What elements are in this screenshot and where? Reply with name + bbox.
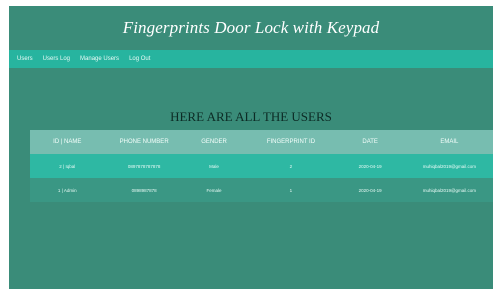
nav-link-users-log[interactable]: Users Log <box>43 56 70 62</box>
table-row[interactable]: 1 | Admin 0898987878 Female 1 2020-04-19… <box>30 178 493 202</box>
cell-phone: 0898987878 <box>131 187 157 193</box>
cell-gender: Female <box>206 187 222 193</box>
nav-link-log-out[interactable]: Log Out <box>129 56 150 62</box>
column-header-id-name: ID | NAME <box>53 139 82 145</box>
table-row[interactable]: 2 | Iqbal 0897878787878 Male 2 2020-04-1… <box>30 154 493 178</box>
nav-link-manage-users[interactable]: Manage Users <box>80 56 119 62</box>
users-table: ID | NAME PHONE NUMBER GENDER FINGERPRIN… <box>30 130 493 202</box>
cell-fingerprint-id: 2 <box>289 163 293 169</box>
column-header-email: EMAIL <box>440 139 459 145</box>
column-header-gender: GENDER <box>201 139 227 145</box>
column-header-phone: PHONE NUMBER <box>119 139 169 145</box>
column-header-date: DATE <box>362 139 378 145</box>
cell-email: muhiqbal2019@gmail.com <box>422 187 477 193</box>
cell-gender: Male <box>209 163 219 169</box>
app-window: Fingerprints Door Lock with Keypad Users… <box>9 6 493 289</box>
cell-date: 2020-04-19 <box>358 163 382 169</box>
users-heading: HERE ARE ALL THE USERS <box>170 109 332 124</box>
cell-id-name: 1 | Admin <box>57 187 77 193</box>
cell-phone: 0897878787878 <box>127 163 161 169</box>
column-header-fingerprint-id: FINGERPRINT ID <box>266 139 316 145</box>
cell-email: muhiqbal2019@gmail.com <box>422 163 477 169</box>
page-title: Fingerprints Door Lock with Keypad <box>122 18 380 37</box>
cell-fingerprint-id: 1 <box>289 187 293 193</box>
cell-date: 2020-04-19 <box>358 187 382 193</box>
table-header-row: ID | NAME PHONE NUMBER GENDER FINGERPRIN… <box>30 130 493 154</box>
users-table-container: ID | NAME PHONE NUMBER GENDER FINGERPRIN… <box>30 130 493 202</box>
nav-link-users[interactable]: Users <box>17 56 33 62</box>
nav-bar: Users Users Log Manage Users Log Out <box>9 50 493 68</box>
header-bar: Fingerprints Door Lock with Keypad <box>9 6 493 50</box>
cell-id-name: 2 | Iqbal <box>59 163 76 169</box>
